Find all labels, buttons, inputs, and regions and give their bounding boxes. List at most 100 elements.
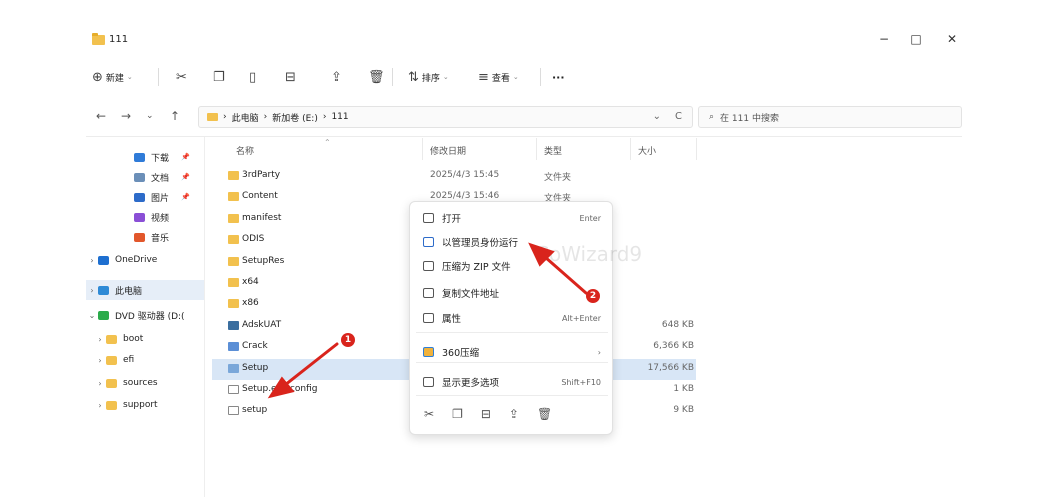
context-item-4[interactable]: 属性 Alt+Enter: [410, 307, 614, 329]
context-item-3[interactable]: 复制文件地址: [410, 282, 614, 304]
copy-button[interactable]: ❐: [213, 68, 225, 86]
context-item-label: 打开: [442, 214, 462, 225]
folder-icon: [92, 33, 105, 45]
column-header-name[interactable]: 名称: [236, 144, 254, 157]
more-button[interactable]: ···: [552, 68, 565, 86]
back-button[interactable]: ←: [96, 109, 106, 123]
expand-chevron-icon[interactable]: ›: [94, 401, 106, 410]
chevron-down-icon: ⌄: [512, 73, 519, 81]
file-name: Content: [242, 191, 278, 202]
plus-circle-icon: ⊕: [92, 69, 103, 85]
search-placeholder: 在 111 中搜索: [720, 113, 779, 124]
context-item-label: 360压缩: [442, 348, 480, 359]
context-item-0[interactable]: 打开 Enter: [410, 207, 614, 229]
sidebar-item-[interactable]: › 此电脑: [86, 280, 204, 300]
pin-icon: 📌: [181, 173, 190, 181]
recent-locations-button[interactable]: ⌄: [146, 111, 154, 121]
sidebar-item-dvd-d[interactable]: ⌄ DVD 驱动器 (D:(: [86, 305, 204, 325]
column-header-type[interactable]: 类型: [544, 144, 562, 157]
address-bar[interactable]: › 此电脑 › 新加卷 (E:) › 111 ⌄ C: [198, 106, 693, 128]
expand-chevron-icon[interactable]: ⌄: [86, 311, 98, 320]
file-name: 3rdParty: [242, 170, 281, 180]
sidebar-item-[interactable]: 视频: [86, 207, 204, 227]
paste-button[interactable]: ▯: [249, 68, 256, 86]
close-button[interactable]: ✕: [944, 32, 960, 46]
file-name: Crack: [242, 341, 268, 352]
sidebar-item-[interactable]: 文档 📌: [86, 167, 204, 187]
expand-chevron-icon[interactable]: ›: [94, 379, 106, 388]
sidebar-item-label: 图片: [151, 193, 170, 204]
sidebar-item-support[interactable]: › support: [86, 395, 204, 415]
admin-shield-icon: [423, 237, 434, 247]
download-icon: [134, 152, 145, 162]
sidebar-item-boot[interactable]: › boot: [86, 329, 204, 349]
column-header-date[interactable]: 修改日期: [430, 144, 466, 157]
file-icon: [228, 385, 239, 394]
context-item-label: 压缩为 ZIP 文件: [442, 262, 511, 273]
expand-chevron-icon[interactable]: ›: [86, 286, 98, 295]
column-divider: [422, 138, 423, 160]
folder-icon: [207, 113, 218, 121]
sidebar-item-[interactable]: 图片 📌: [86, 187, 204, 207]
context-item-6[interactable]: 显示更多选项 Shift+F10: [410, 371, 614, 393]
expand-chevron-icon[interactable]: ›: [94, 356, 106, 365]
file-type: 文件夹: [544, 173, 572, 183]
maximize-button[interactable]: □: [908, 32, 924, 46]
context-item-shortcut: Enter: [579, 213, 601, 223]
sidebar-item-label: 下载: [151, 153, 170, 164]
file-row[interactable]: 3rdParty 2025/4/3 15:45 文件夹: [212, 166, 696, 187]
breadcrumb-this-pc[interactable]: 此电脑: [232, 111, 259, 124]
watermark: CoWizard9: [535, 242, 643, 266]
cut-icon[interactable]: ✂: [424, 407, 434, 421]
cut-button[interactable]: ✂: [176, 68, 187, 86]
properties-icon: [423, 313, 434, 323]
new-button[interactable]: ⊕ 新建 ⌄: [92, 68, 133, 86]
forward-button[interactable]: →: [121, 109, 131, 123]
sidebar-item-label: 此电脑: [115, 286, 143, 297]
expand-chevron-icon[interactable]: ›: [94, 335, 106, 344]
document-icon: [134, 172, 145, 182]
sort-button[interactable]: ⇅ 排序 ⌄: [408, 68, 449, 86]
delete-button[interactable]: 🗑: [368, 68, 385, 86]
file-name: ODIS: [242, 234, 265, 245]
context-item-shortcut: Shift+F10: [561, 377, 601, 387]
minimize-button[interactable]: −: [876, 32, 892, 46]
sidebar-item-onedrive[interactable]: › OneDrive: [86, 250, 204, 270]
sidebar-item-[interactable]: 音乐: [86, 227, 204, 247]
up-button[interactable]: ↑: [170, 109, 180, 123]
folder-icon: [228, 213, 239, 223]
sort-icon: ⇅: [408, 69, 419, 85]
share-button[interactable]: ⇪: [331, 68, 342, 86]
expand-chevron-icon[interactable]: ›: [86, 256, 98, 265]
rename-button[interactable]: ⊟: [285, 68, 296, 86]
breadcrumb-drive[interactable]: 新加卷 (E:): [272, 111, 318, 124]
window-title: 111: [109, 34, 129, 45]
history-dropdown-icon[interactable]: ⌄: [653, 111, 661, 122]
sidebar-item-sources[interactable]: › sources: [86, 373, 204, 393]
folder-icon: [228, 256, 239, 266]
command-bar: ⊕ 新建 ⌄ ✂ ❐ ▯ ⊟ ⇪ 🗑 ⇅ 排序 ⌄ ≡ 查看 ⌄ ···: [86, 62, 962, 90]
file-date: 2025/4/3 15:45: [430, 170, 500, 180]
search-input[interactable]: ⌕ 在 111 中搜索: [698, 106, 962, 128]
context-menu: ✂ ❐ ⊟ ⇪ 🗑 打开 Enter 以管理员身份运行 压缩为 ZIP 文件 复制文件地…: [409, 201, 613, 435]
column-header-size[interactable]: 大小: [638, 144, 656, 157]
rename-icon: ⊟: [285, 69, 296, 85]
context-item-5[interactable]: 360压缩 ›: [410, 341, 614, 363]
share-icon[interactable]: ⇪: [509, 407, 519, 421]
breadcrumb-folder[interactable]: 111: [331, 112, 348, 122]
sidebar-item-efi[interactable]: › efi: [86, 350, 204, 370]
dvd-drive-icon: [98, 310, 109, 320]
sidebar-item-label: 音乐: [151, 233, 170, 244]
sidebar-item-[interactable]: 下载 📌: [86, 147, 204, 167]
file-name: x86: [242, 298, 259, 309]
refresh-button[interactable]: C: [675, 111, 682, 122]
rename-icon[interactable]: ⊟: [481, 407, 491, 421]
copy-icon[interactable]: ❐: [452, 407, 463, 421]
view-button[interactable]: ≡ 查看 ⌄: [478, 68, 519, 86]
folder-icon: [106, 400, 117, 410]
header-divider: [86, 136, 962, 137]
delete-icon[interactable]: 🗑: [537, 407, 552, 421]
sidebar-item-label: boot: [123, 334, 144, 344]
folder-icon: [106, 355, 117, 365]
file-name: Setup: [242, 362, 269, 373]
